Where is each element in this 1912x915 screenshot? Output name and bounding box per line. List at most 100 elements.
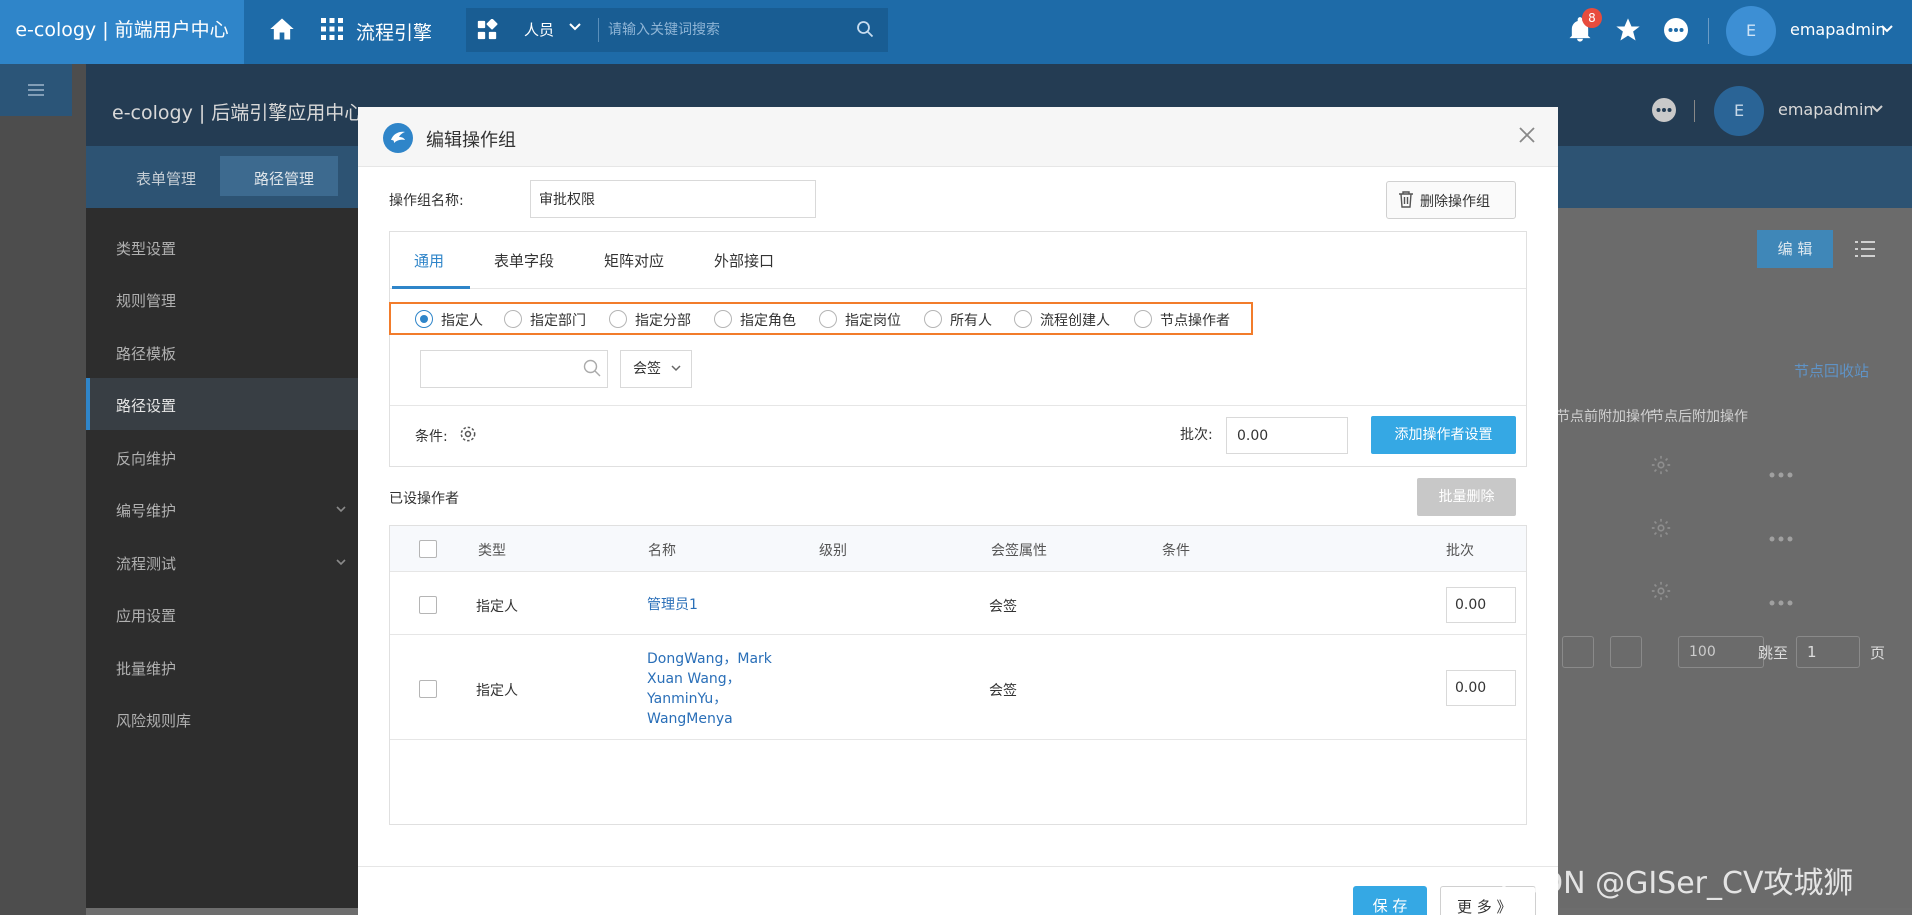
username[interactable]: emapadmin xyxy=(1778,100,1874,119)
search-scope-select[interactable]: 人员 xyxy=(524,19,554,40)
close-icon[interactable] xyxy=(1516,124,1538,146)
sidebar-item-type-settings[interactable]: 类型设置 xyxy=(116,238,176,259)
cell-sign: 会签 xyxy=(989,599,1017,615)
watermark: CSDN @GISer_CV攻城狮 xyxy=(1500,866,1854,901)
radio-specified-department[interactable] xyxy=(504,310,522,328)
chevron-down-icon[interactable] xyxy=(334,502,348,516)
home-icon[interactable] xyxy=(268,15,296,43)
row-batch-input[interactable] xyxy=(1446,670,1516,706)
sidebar-item-number-maintenance[interactable]: 编号维护 xyxy=(116,500,176,521)
sidebar-item-path-settings[interactable]: 路径设置 xyxy=(116,395,176,416)
divider xyxy=(390,405,1526,406)
cell-name-link[interactable]: YanminYu， xyxy=(647,689,727,709)
gear-icon[interactable] xyxy=(1650,454,1672,476)
radio-node-operator[interactable] xyxy=(1134,310,1152,328)
row-checkbox[interactable] xyxy=(419,680,437,698)
gear-icon[interactable] xyxy=(1650,580,1672,602)
radio-specified-post[interactable] xyxy=(819,310,837,328)
avatar[interactable]: E xyxy=(1714,86,1764,136)
tab-form-management[interactable]: 表单管理 xyxy=(136,168,196,189)
cell-name-link[interactable]: Xuan Wang， xyxy=(647,669,741,689)
more-dots-icon[interactable] xyxy=(1768,598,1794,608)
search-icon[interactable] xyxy=(856,20,874,38)
tab-path-management[interactable]: 路径管理 xyxy=(254,168,314,189)
radio-label[interactable]: 指定角色 xyxy=(740,310,796,330)
brand-title[interactable]: e-cology | 前端用户中心 xyxy=(0,0,244,64)
next-page-button[interactable] xyxy=(1610,636,1642,668)
radio-label[interactable]: 指定部门 xyxy=(530,310,586,330)
menu-collapse-icon[interactable] xyxy=(24,78,48,102)
list-icon[interactable] xyxy=(1852,236,1878,262)
cell-sign: 会签 xyxy=(989,683,1017,699)
star-icon[interactable] xyxy=(1614,16,1642,44)
chevron-down-icon[interactable] xyxy=(568,20,582,34)
sidebar-item-batch-maintenance[interactable]: 批量维护 xyxy=(116,658,176,679)
node-recycle-bin-link[interactable]: 节点回收站 xyxy=(1794,360,1869,381)
workflow-engine-link[interactable]: 流程引擎 xyxy=(356,18,432,45)
tab-matrix[interactable]: 矩阵对应 xyxy=(604,250,664,271)
gear-icon[interactable] xyxy=(1650,517,1672,539)
avatar[interactable]: E xyxy=(1726,6,1776,56)
radio-everyone[interactable] xyxy=(924,310,942,328)
sidebar-item-workflow-test[interactable]: 流程测试 xyxy=(116,553,176,574)
radio-specified-person[interactable] xyxy=(415,310,433,328)
prev-page-button[interactable] xyxy=(1562,636,1594,668)
apps-grid-icon[interactable] xyxy=(320,17,344,41)
chevron-down-icon[interactable] xyxy=(1880,22,1894,36)
cell-name-link[interactable]: DongWang，Mark xyxy=(647,649,772,669)
sidebar-item-app-settings[interactable]: 应用设置 xyxy=(116,605,176,626)
more-icon[interactable] xyxy=(1650,96,1678,124)
tabs-divider xyxy=(390,288,1526,289)
radio-specified-role[interactable] xyxy=(714,310,732,328)
cell-name-link[interactable]: 管理员1 xyxy=(647,595,698,615)
radio-workflow-creator[interactable] xyxy=(1014,310,1032,328)
save-button[interactable]: 保 存 xyxy=(1353,886,1427,915)
backend-brand-title[interactable]: e-cology | 后端引擎应用中心 xyxy=(112,98,363,125)
row-divider xyxy=(390,739,1526,740)
jump-page-input[interactable]: 1 xyxy=(1796,636,1860,668)
radio-label[interactable]: 流程创建人 xyxy=(1040,310,1110,330)
search-icon[interactable] xyxy=(582,358,602,378)
row-batch-input[interactable] xyxy=(1446,587,1516,623)
group-name-input[interactable] xyxy=(530,180,816,218)
add-operator-button[interactable]: 添加操作者设置 xyxy=(1371,416,1516,454)
radio-label[interactable]: 所有人 xyxy=(950,310,992,330)
divider xyxy=(1694,100,1695,122)
chevron-down-icon[interactable] xyxy=(670,362,682,374)
more-icon[interactable] xyxy=(1662,16,1690,44)
row-checkbox[interactable] xyxy=(419,596,437,614)
cell-name-link[interactable]: WangMenya xyxy=(647,709,733,729)
select-all-checkbox[interactable] xyxy=(419,540,437,558)
cell-type: 指定人 xyxy=(476,599,518,615)
header-batch: 批次 xyxy=(1446,543,1474,559)
divider xyxy=(598,18,599,42)
batch-input[interactable] xyxy=(1226,417,1348,454)
radio-label[interactable]: 指定分部 xyxy=(635,310,691,330)
edit-button[interactable]: 编 辑 xyxy=(1757,230,1833,268)
divider xyxy=(1708,18,1709,44)
more-dots-icon[interactable] xyxy=(1768,470,1794,480)
tab-general[interactable]: 通用 xyxy=(414,250,444,271)
sidebar-item-path-template[interactable]: 路径模板 xyxy=(116,343,176,364)
sidebar-item-reverse-maintenance[interactable]: 反向维护 xyxy=(116,448,176,469)
tab-form-fields[interactable]: 表单字段 xyxy=(494,250,554,271)
sidebar-item-rule-management[interactable]: 规则管理 xyxy=(116,290,176,311)
chevron-down-icon[interactable] xyxy=(334,555,348,569)
more-dots-icon[interactable] xyxy=(1768,534,1794,544)
radio-label[interactable]: 节点操作者 xyxy=(1160,310,1230,330)
search-input[interactable] xyxy=(608,16,848,44)
radio-specified-branch[interactable] xyxy=(609,310,627,328)
radio-label[interactable]: 指定岗位 xyxy=(845,310,901,330)
username[interactable]: emapadmin xyxy=(1790,20,1886,39)
bulk-delete-button[interactable]: 批量删除 xyxy=(1417,478,1516,516)
group-name-label: 操作组名称: xyxy=(389,193,464,209)
radio-label[interactable]: 指定人 xyxy=(441,310,483,330)
person-picker-input[interactable] xyxy=(420,350,608,388)
chevron-down-icon[interactable] xyxy=(1870,102,1884,116)
page-size-select[interactable]: 100 xyxy=(1678,636,1764,668)
modules-icon[interactable] xyxy=(476,19,498,41)
sidebar-active-indicator xyxy=(86,378,90,430)
gear-icon[interactable] xyxy=(458,424,478,444)
tab-external-api[interactable]: 外部接口 xyxy=(714,250,774,271)
sidebar-item-risk-rules[interactable]: 风险规则库 xyxy=(116,710,191,731)
